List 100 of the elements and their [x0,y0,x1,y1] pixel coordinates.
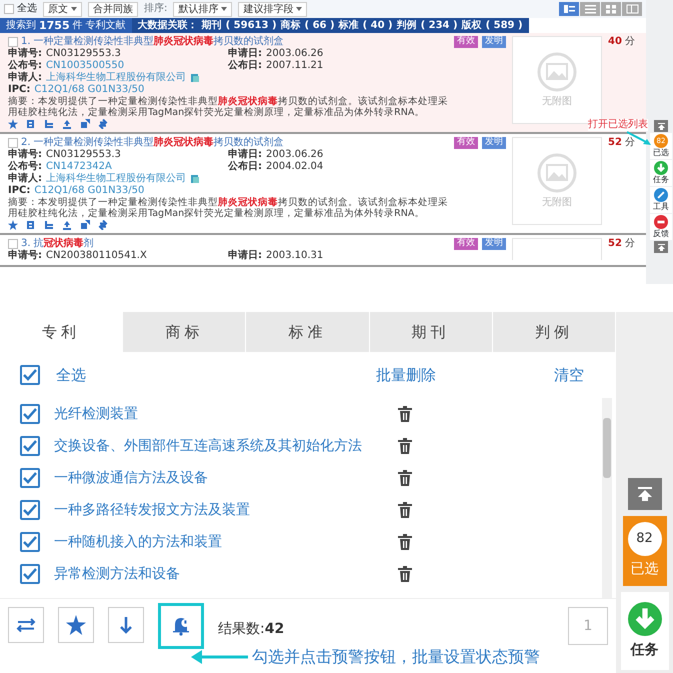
tab[interactable]: 期刊 [370,312,493,352]
relevance-score: 52 分 [608,238,636,250]
star-icon[interactable] [8,220,18,230]
back-to-top-button[interactable] [654,120,668,132]
trash-icon[interactable] [398,406,412,422]
image-icon [537,153,577,193]
result-count: 1755 [39,20,70,32]
batch-delete-link[interactable]: 批量删除 [376,364,436,386]
checkbox[interactable] [20,436,40,456]
checkbox[interactable] [8,239,18,249]
related-category-link[interactable]: 判例 [396,20,417,32]
list-item-link[interactable]: 交换设备、外围部件互连高速系统及其初始化方法 [54,436,384,456]
toolbar-button[interactable] [158,603,204,649]
checkbox[interactable] [20,500,40,520]
selected-list-button[interactable]: 82 已选 [622,516,666,586]
related-count-link[interactable]: ( 234 ) [420,20,458,32]
sort-dropdown[interactable]: 默认排序 [173,2,232,16]
field-value: 2007.11.21 [266,60,324,72]
star-icon[interactable] [8,119,18,129]
status-badge: 有效 [454,137,478,149]
clear-link[interactable]: 清空 [554,364,584,386]
toolbar-button[interactable] [8,607,44,643]
field-value-link[interactable]: 上海科华生物工程股份有限公司 [46,173,186,185]
merge-button[interactable]: 合并同族 [88,2,138,16]
field-value: CN200380110541.X [46,250,147,262]
selected-label: 已选 [630,560,658,579]
list-item-link[interactable]: 一种微波通信方法及设备 [54,468,384,488]
view-mode-button[interactable] [622,2,642,16]
checkbox[interactable] [20,468,40,488]
toolbar-button[interactable] [108,607,144,643]
document-icon[interactable] [26,220,36,230]
checkbox[interactable] [20,404,40,424]
star-icon [66,615,86,635]
trash-icon[interactable] [398,470,412,486]
upload-icon[interactable] [62,119,72,129]
document-icon[interactable] [190,73,200,83]
trash-icon[interactable] [398,502,412,518]
summary-label: 搜索到 [6,20,36,32]
related-count-link[interactable]: ( 40 ) [362,20,393,32]
view-dropdown[interactable]: 原文 [43,2,82,16]
task-button[interactable]: 任务 [620,592,668,670]
swap-icon[interactable] [98,119,108,129]
annotation-arrow [626,131,652,147]
back-to-top-button[interactable] [628,478,662,510]
field-value: 2003.10.31 [266,250,324,262]
field-label: IPC: [8,185,30,197]
document-icon[interactable] [26,119,36,129]
related-category-link[interactable]: 标准 [338,20,359,32]
related-count-link[interactable]: ( 589 ) [486,20,523,32]
view-mode-button[interactable] [601,2,621,16]
trash-icon[interactable] [398,566,412,582]
field-value-link[interactable]: C12Q1/68 G01N33/50 [34,185,144,197]
list-item-link[interactable]: 一种多路径转发报文方法及装置 [54,500,384,520]
select-all-label[interactable]: 全选 [56,364,376,386]
tree-icon[interactable] [44,119,54,129]
document-icon[interactable] [190,174,200,184]
toolbar-button[interactable] [58,607,94,643]
checkbox[interactable] [20,365,40,385]
collapse-button[interactable] [654,241,668,253]
share-icon[interactable] [80,220,90,230]
checkbox[interactable] [20,564,40,584]
swap-icon[interactable] [98,220,108,230]
result-title-link[interactable]: 1. 一种定量检测传染性非典型肺炎冠状病毒拷贝数的试剂盒 [21,36,284,48]
result-title-link[interactable]: 3. 抗冠状病毒剂 [21,238,94,250]
trash-icon[interactable] [398,534,412,550]
tab[interactable]: 专利 [0,312,124,352]
feedback-button[interactable]: 反馈 [650,214,672,240]
related-category-link[interactable]: 期刊 [202,20,222,32]
field-label: 申请日: [228,149,262,160]
abstract-text: 摘要：本发明提供了一种定量检测传染性非典型肺炎冠状病毒拷贝数的试剂盒。该试剂盒标本处理采用硅胶柱纯化法，定量检测采用TagMan探针荧光定量检测原理，定量标准品为体外转录RNA。 [8,197,448,219]
field-label: 申请号: [8,250,42,262]
view-mode-button[interactable] [580,2,600,16]
list-icon [584,4,596,14]
trash-icon[interactable] [398,438,412,454]
status-badge: 有效 [454,36,478,48]
upload-icon[interactable] [62,220,72,230]
checkbox[interactable] [20,532,40,552]
related-count-link[interactable]: ( 59613 ) [226,20,277,32]
scrollbar[interactable] [602,398,612,598]
checkbox[interactable] [4,4,14,14]
field-value-link[interactable]: CN1472342A [46,161,112,173]
unit-label: 件 [72,20,83,32]
split-view-icon [626,4,638,14]
result-title-link[interactable]: 2. 一种定量检测传染性非典型肺炎冠状病毒拷贝数的试剂盒 [21,137,284,149]
field-dropdown[interactable]: 建议排字段 [238,2,308,16]
tree-icon[interactable] [44,220,54,230]
field-label: 申请日: [228,48,262,60]
related-category-link[interactable]: 版权 [462,20,482,32]
list-item-link[interactable]: 异常检测方法和设备 [54,564,384,584]
tool-button[interactable]: 工具 [650,187,672,213]
related-count-link[interactable]: ( 66 ) [304,20,335,32]
list-item-link[interactable]: 一种随机接入的方法和装置 [54,532,384,552]
checkbox[interactable] [8,138,18,148]
view-mode-button[interactable] [559,2,579,16]
share-icon[interactable] [80,119,90,129]
related-category-link[interactable]: 商标 [280,20,301,32]
checkbox[interactable] [8,37,18,47]
task-button[interactable]: 任务 [650,160,672,186]
annotation-text: 打开已选列表 [588,119,648,131]
list-item-link[interactable]: 光纤检测装置 [54,404,384,424]
